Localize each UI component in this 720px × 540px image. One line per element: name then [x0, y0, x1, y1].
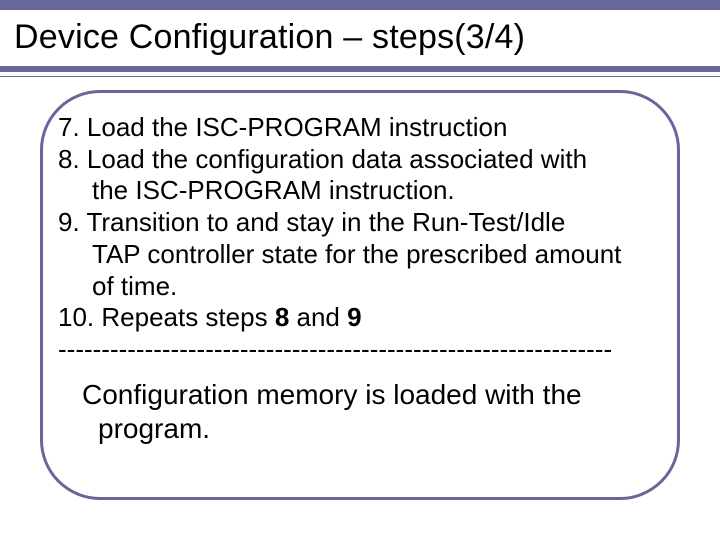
top-accent-bar — [0, 0, 720, 10]
conclusion-text: Configuration memory is loaded with the … — [82, 378, 662, 445]
step-10-ref-9: 9 — [347, 302, 361, 332]
step-9-line1: 9. Transition to and stay in the Run-Tes… — [58, 207, 565, 237]
step-10: 10. Repeats steps 8 and 9 — [58, 302, 362, 332]
step-9-line2: TAP controller state for the prescribed … — [58, 239, 668, 271]
title-underline-thin — [0, 76, 720, 77]
step-7: 7. Load the ISC-PROGRAM instruction — [58, 112, 507, 142]
body-text: 7. Load the ISC-PROGRAM instruction 8. L… — [58, 112, 668, 366]
conclusion-line1: Configuration memory is loaded with the — [82, 379, 582, 410]
step-8-line2: the ISC-PROGRAM instruction. — [58, 175, 668, 207]
step-8-line1: 8. Load the configuration data associate… — [58, 144, 587, 174]
step-10-prefix: 10. Repeats steps — [58, 302, 275, 332]
step-9-line3: of time. — [58, 271, 668, 303]
conclusion-line2: program. — [82, 412, 662, 446]
step-10-ref-8: 8 — [275, 302, 289, 332]
separator-dashes: ----------------------------------------… — [58, 334, 658, 366]
slide: Device Configuration – steps(3/4) 7. Loa… — [0, 0, 720, 540]
slide-title: Device Configuration – steps(3/4) — [14, 18, 525, 57]
step-10-and: and — [289, 302, 347, 332]
title-underline-thick — [0, 66, 720, 72]
